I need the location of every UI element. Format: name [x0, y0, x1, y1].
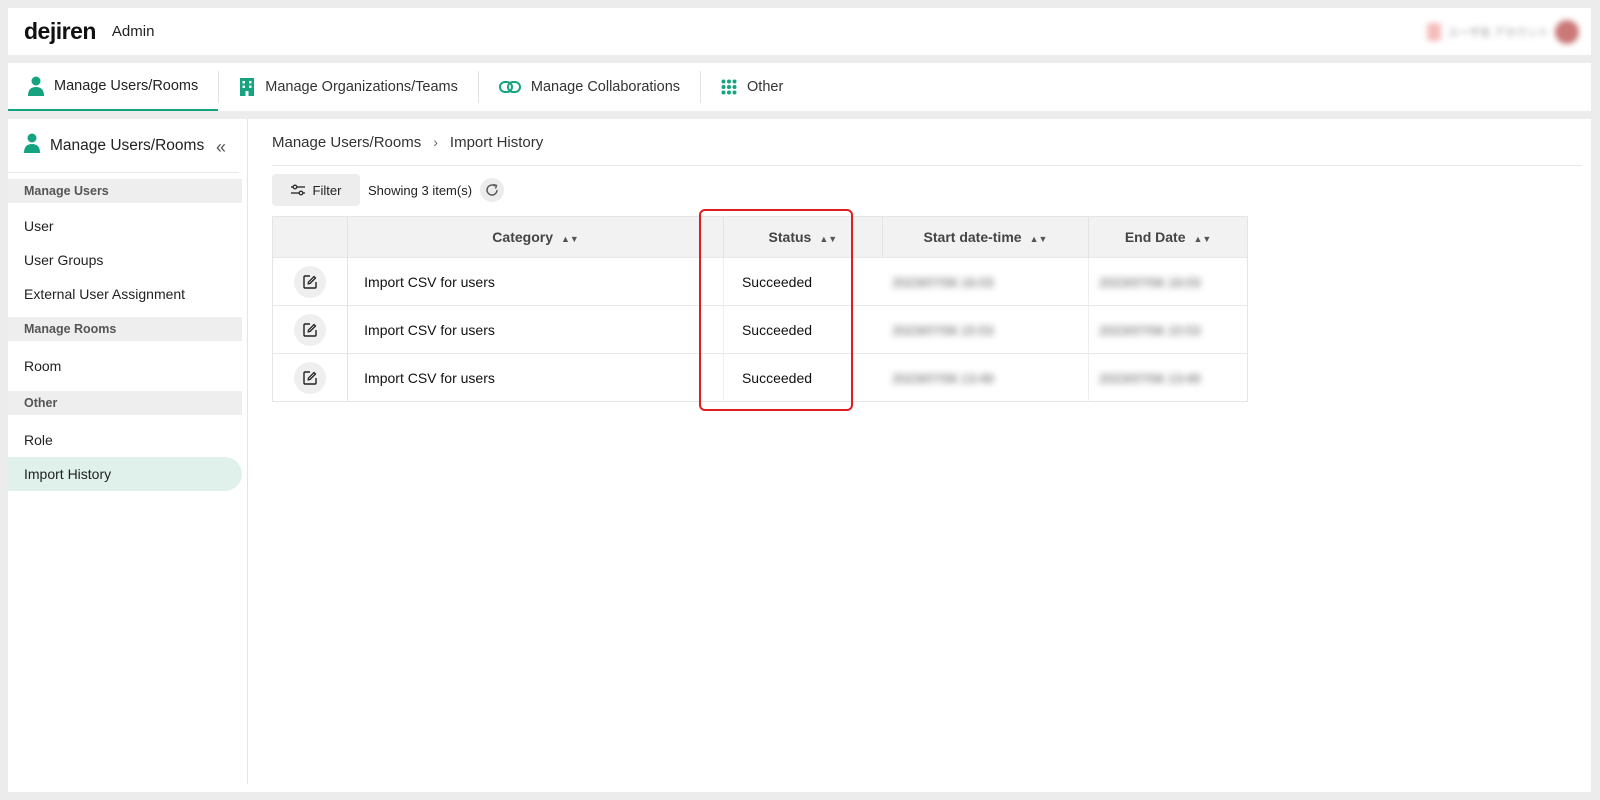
sidebar-title: Manage Users/Rooms	[50, 136, 205, 154]
person-icon	[28, 76, 44, 96]
tab-label: Other	[747, 79, 784, 95]
start-date-cell: 2023/07/06 13:49	[882, 353, 1090, 402]
edit-icon[interactable]	[294, 265, 327, 298]
table-header-row: Category ▲▼ Status ▲▼ Start date-time ▲▼ En…	[272, 216, 1248, 258]
sidebar-section-other: Other	[8, 391, 242, 415]
status-cell: Succeeded	[723, 305, 883, 354]
sidebar-item-user-groups[interactable]: User Groups	[8, 243, 242, 277]
toolbar: Filter Showing 3 item(s)	[272, 174, 1582, 206]
column-header-start-date-time[interactable]: Start date-time ▲▼	[882, 216, 1090, 258]
person-icon	[24, 133, 40, 158]
filter-button[interactable]: Filter	[272, 174, 360, 206]
top-bar: dejiren Admin ユーザ名 アカウント	[8, 8, 1591, 55]
sidebar-item-room[interactable]: Room	[8, 349, 242, 383]
sort-icon[interactable]: ▲▼	[561, 234, 579, 244]
app-logo[interactable]: dejiren	[24, 18, 96, 45]
breadcrumb-separator: ›	[433, 134, 438, 150]
end-date-cell: 2023/07/06 15:53	[1088, 305, 1248, 354]
start-date-cell: 2023/07/06 16:03	[882, 257, 1090, 306]
edit-icon[interactable]	[294, 313, 327, 346]
category-cell: Import CSV for users	[347, 353, 724, 402]
table-row: Import CSV for users Succeeded 2023/07/0…	[272, 257, 1248, 306]
admin-label: Admin	[111, 23, 155, 40]
column-header-end-date[interactable]: End Date ▲▼	[1088, 216, 1248, 258]
status-cell: Succeeded	[723, 257, 883, 306]
sidebar-section-manage-users: Manage Users	[8, 179, 242, 203]
tab-other[interactable]: Other	[701, 63, 803, 111]
column-header-category[interactable]: Category ▲▼	[347, 216, 724, 258]
building-icon	[239, 78, 255, 96]
sidebar: Manage Users/Rooms « Manage Users User U…	[8, 119, 248, 784]
sidebar-item-import-history[interactable]: Import History	[8, 457, 242, 491]
tab-manage-users-rooms[interactable]: Manage Users/Rooms	[8, 63, 219, 111]
sidebar-item-role[interactable]: Role	[8, 423, 242, 457]
user-info-text: ユーザ名 アカウント	[1447, 27, 1549, 39]
link-icon	[498, 80, 521, 94]
edit-column-header	[272, 216, 349, 258]
main-nav: Manage Users/Rooms Manage Organizations/…	[8, 63, 1591, 111]
tab-manage-collaborations[interactable]: Manage Collaborations	[479, 63, 700, 111]
import-history-table: Category ▲▼ Status ▲▼ Start date-time ▲▼ En…	[272, 216, 1248, 402]
start-date-cell: 2023/07/06 15:53	[882, 305, 1090, 354]
sidebar-section-manage-rooms: Manage Rooms	[8, 317, 242, 341]
user-menu[interactable]: ユーザ名 アカウント	[1427, 20, 1579, 44]
sort-icon[interactable]: ▲▼	[1194, 234, 1212, 244]
tab-label: Manage Users/Rooms	[54, 78, 199, 94]
main-panel: Manage Users/Rooms « Manage Users User U…	[8, 119, 1591, 792]
sort-icon[interactable]: ▲▼	[1030, 234, 1048, 244]
category-cell: Import CSV for users	[347, 305, 724, 354]
sidebar-item-user[interactable]: User	[8, 209, 242, 243]
breadcrumb: Manage Users/Rooms › Import History	[272, 119, 1582, 166]
notification-icon[interactable]	[1427, 23, 1442, 41]
refresh-icon[interactable]	[480, 178, 505, 202]
table-row: Import CSV for users Succeeded 2023/07/0…	[272, 353, 1248, 402]
sidebar-header: Manage Users/Rooms «	[8, 119, 239, 173]
tab-label: Manage Organizations/Teams	[265, 79, 458, 95]
grid-icon	[721, 79, 737, 95]
sort-icon[interactable]: ▲▼	[819, 234, 837, 244]
sliders-icon	[290, 184, 305, 196]
breadcrumb-parent[interactable]: Manage Users/Rooms	[272, 134, 421, 151]
table-row: Import CSV for users Succeeded 2023/07/0…	[272, 305, 1248, 354]
filter-label: Filter	[312, 182, 342, 198]
column-header-status[interactable]: Status ▲▼	[723, 216, 883, 258]
item-count: Showing 3 item(s)	[368, 182, 473, 198]
content-area: Manage Users/Rooms › Import History Filt…	[272, 119, 1582, 402]
tab-manage-organizations-teams[interactable]: Manage Organizations/Teams	[219, 63, 478, 111]
breadcrumb-current: Import History	[449, 133, 544, 151]
collapse-sidebar-icon[interactable]: «	[216, 137, 226, 158]
end-date-cell: 2023/07/06 16:03	[1088, 257, 1248, 306]
tab-label: Manage Collaborations	[530, 79, 681, 95]
edit-icon[interactable]	[294, 361, 327, 394]
avatar[interactable]	[1555, 20, 1579, 44]
sidebar-item-external-user-assignment[interactable]: External User Assignment	[8, 277, 242, 311]
status-cell: Succeeded	[723, 353, 883, 402]
category-cell: Import CSV for users	[347, 257, 724, 306]
end-date-cell: 2023/07/06 13:49	[1088, 353, 1248, 402]
